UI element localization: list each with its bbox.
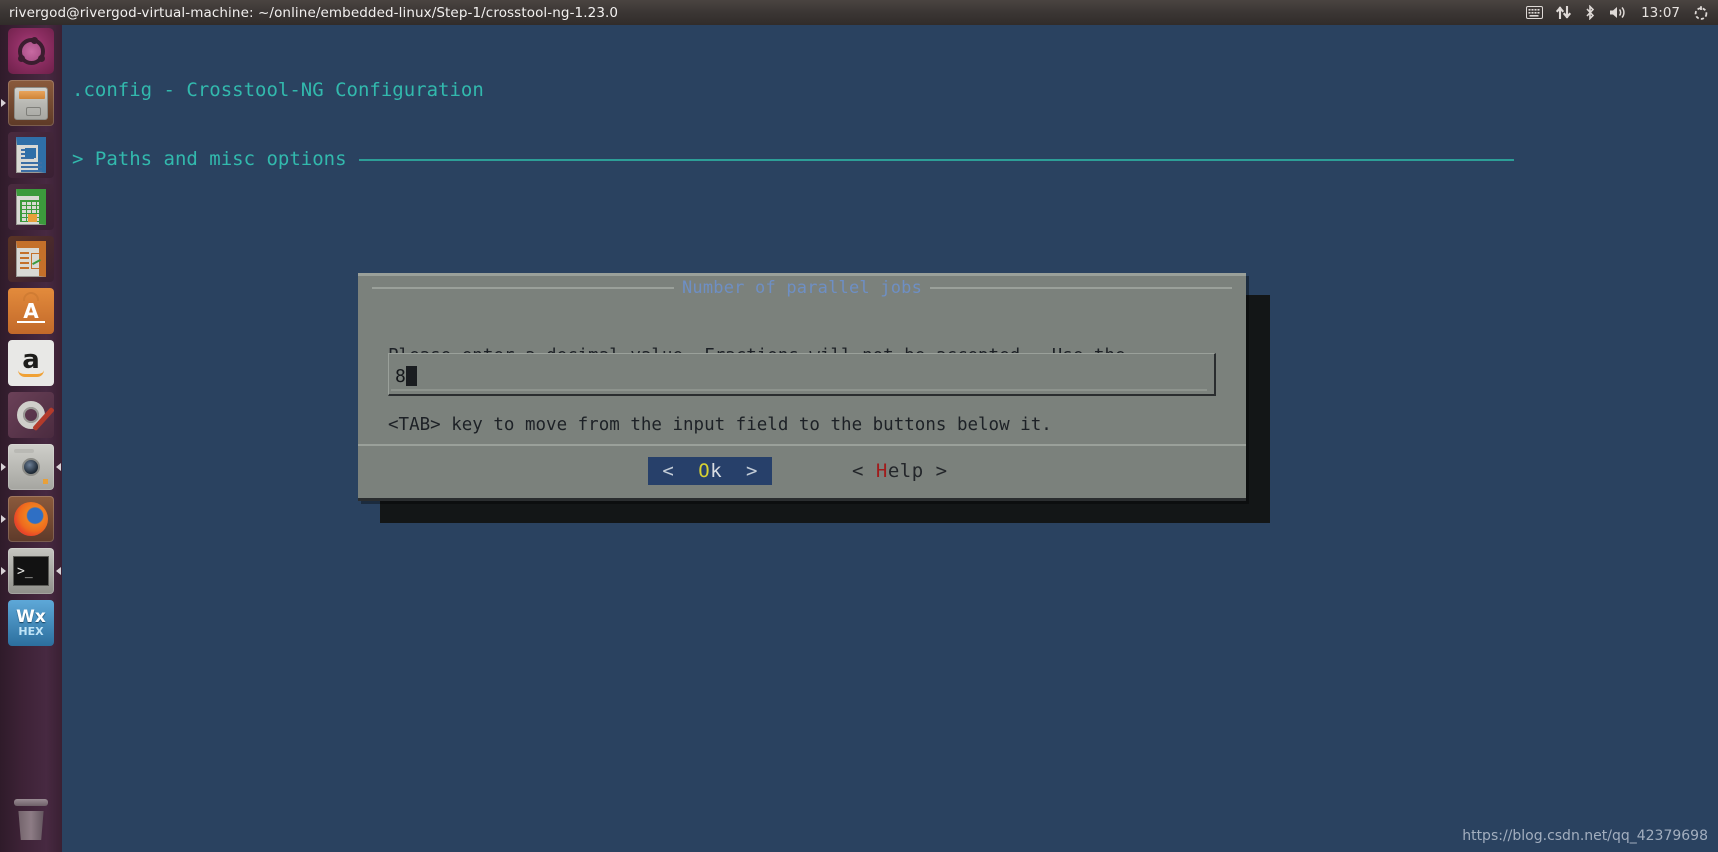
trash-icon bbox=[11, 799, 51, 840]
launcher-item-libreoffice-writer[interactable] bbox=[0, 129, 62, 181]
launcher-item-ubuntu-software[interactable]: A bbox=[0, 285, 62, 337]
clock[interactable]: 13:07 bbox=[1641, 5, 1680, 21]
text-cursor bbox=[405, 366, 417, 386]
network-icon[interactable] bbox=[1556, 5, 1572, 20]
input-underline bbox=[391, 389, 1207, 391]
breadcrumb-rule bbox=[358, 158, 1514, 161]
menuconfig-breadcrumb-row: > Paths and misc options bbox=[72, 148, 1708, 171]
watermark: https://blog.csdn.net/qq_42379698 bbox=[1462, 828, 1708, 844]
system-settings-icon bbox=[8, 392, 54, 438]
bluetooth-icon[interactable] bbox=[1584, 5, 1596, 20]
running-indicator-icon bbox=[1, 515, 6, 523]
menuconfig-breadcrumb: > Paths and misc options bbox=[72, 148, 347, 170]
keyboard-icon[interactable] bbox=[1526, 6, 1544, 19]
input-field[interactable]: 8 bbox=[388, 353, 1216, 396]
menuconfig-title: .config - Crosstool-NG Configuration bbox=[72, 79, 484, 101]
ok-button[interactable]: < Ok > bbox=[648, 456, 772, 485]
input-value: 8 bbox=[395, 365, 406, 387]
window-title: rivergod@rivergod-virtual-machine: ~/onl… bbox=[9, 4, 619, 21]
system-tray: 13:07 bbox=[1526, 5, 1718, 21]
amazon-icon: a bbox=[8, 340, 54, 386]
launcher-item-wxhexeditor[interactable]: Wx HEX bbox=[0, 597, 62, 649]
unity-launcher: A a >_ Wx HEX bbox=[0, 25, 62, 852]
help-bracket-right: > bbox=[935, 459, 948, 482]
libreoffice-writer-icon bbox=[8, 132, 54, 178]
top-panel: rivergod@rivergod-virtual-machine: ~/onl… bbox=[0, 0, 1718, 25]
input-field-wrapper[interactable]: 8 bbox=[388, 353, 1218, 399]
libreoffice-impress-icon bbox=[8, 236, 54, 282]
wxhexeditor-icon: Wx HEX bbox=[8, 600, 54, 646]
ubuntu-software-icon: A bbox=[8, 288, 54, 334]
title-rule-left bbox=[372, 287, 674, 289]
dialog-title: Number of parallel jobs bbox=[682, 278, 923, 298]
launcher-item-libreoffice-impress[interactable] bbox=[0, 233, 62, 285]
firefox-icon bbox=[8, 496, 54, 542]
launcher-item-trash[interactable] bbox=[0, 794, 62, 846]
input-dialog: Number of parallel jobs Please enter a d… bbox=[358, 273, 1246, 501]
volume-icon[interactable] bbox=[1609, 5, 1628, 20]
ok-label-rest: k bbox=[710, 459, 723, 482]
system-menu-icon[interactable] bbox=[1693, 5, 1709, 21]
launcher-item-cheese-webcam[interactable] bbox=[0, 441, 62, 493]
launcher-item-ubuntu-dash[interactable] bbox=[0, 25, 62, 77]
terminal-icon: >_ bbox=[8, 548, 54, 594]
menuconfig-header: .config - Crosstool-NG Configuration > P… bbox=[72, 33, 1708, 217]
launcher-item-files[interactable] bbox=[0, 77, 62, 129]
help-hotkey: H bbox=[875, 459, 888, 482]
dialog-message-line-2: <TAB> key to move from the input field t… bbox=[388, 415, 1052, 435]
ok-bracket-right: > bbox=[746, 459, 758, 482]
launcher-item-libreoffice-calc[interactable] bbox=[0, 181, 62, 233]
ubuntu-dash-icon bbox=[8, 28, 54, 74]
ok-hotkey: O bbox=[698, 459, 711, 482]
dialog-bottom-border bbox=[358, 498, 1246, 501]
running-indicator-icon bbox=[1, 463, 6, 471]
running-indicator-icon bbox=[1, 99, 6, 107]
help-button[interactable]: < Help > bbox=[844, 457, 956, 485]
launcher-item-firefox[interactable] bbox=[0, 493, 62, 545]
dialog-button-row: < Ok > < Help > bbox=[358, 446, 1246, 501]
dialog-title-row: Number of parallel jobs bbox=[358, 276, 1246, 300]
help-bracket-left: < bbox=[852, 459, 864, 482]
focused-indicator-icon bbox=[56, 567, 61, 575]
launcher-item-amazon[interactable]: a bbox=[0, 337, 62, 389]
files-icon bbox=[8, 80, 54, 126]
running-indicator-icon bbox=[1, 567, 6, 575]
cheese-webcam-icon bbox=[8, 444, 54, 490]
launcher-item-terminal[interactable]: >_ bbox=[0, 545, 62, 597]
ok-bracket-left: < bbox=[662, 459, 675, 482]
input-field-content: 8 bbox=[395, 363, 1210, 389]
title-rule-right bbox=[930, 287, 1233, 289]
help-label-rest: elp bbox=[887, 459, 924, 482]
focused-indicator-icon bbox=[56, 463, 61, 471]
ubuntu-logo-ring bbox=[17, 36, 45, 65]
launcher-item-system-settings[interactable] bbox=[0, 389, 62, 441]
libreoffice-calc-icon bbox=[8, 184, 54, 230]
